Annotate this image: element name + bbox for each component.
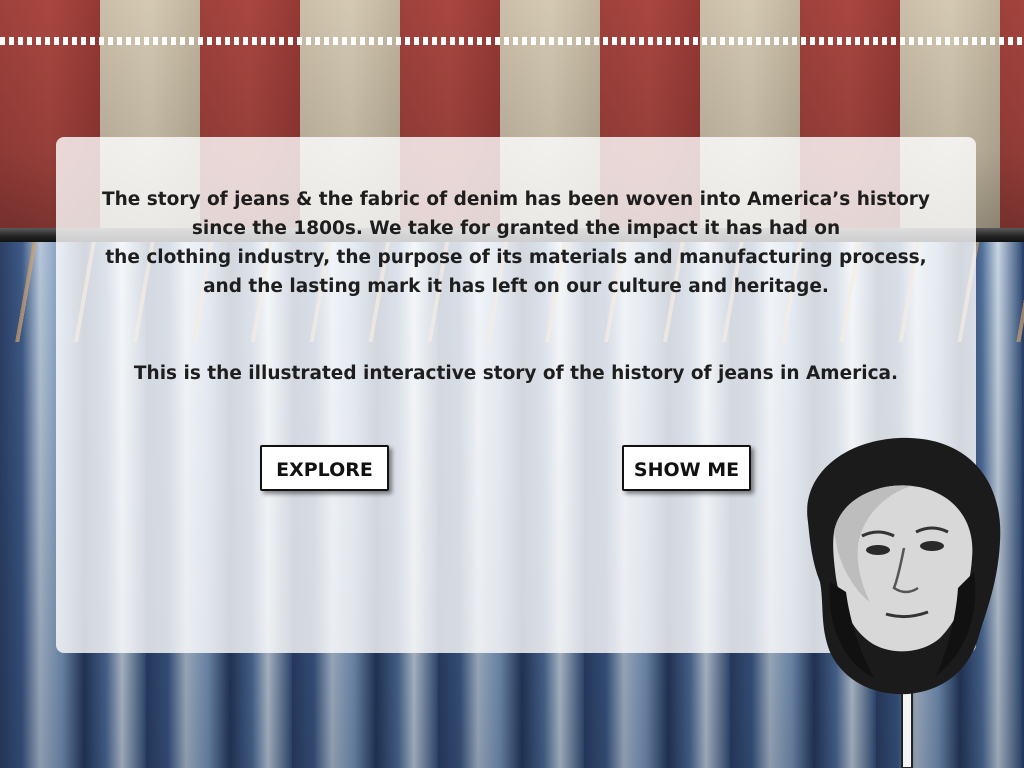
tagline-text: This is the illustrated interactive stor…	[133, 363, 899, 384]
intro-line: the clothing industry, the purpose of it…	[105, 247, 927, 268]
intro-line: The story of jeans & the fabric of denim…	[102, 189, 930, 210]
portrait-icon[interactable]	[790, 432, 1010, 768]
intro-line: and the lasting mark it has left on our …	[203, 276, 829, 297]
show-me-button[interactable]: SHOW ME	[622, 445, 751, 491]
explore-button[interactable]: EXPLORE	[260, 445, 389, 491]
stitch-border	[0, 37, 1024, 45]
intro-text: The story of jeans & the fabric of denim…	[96, 185, 936, 301]
intro-line: since the 1800s. We take for granted the…	[191, 218, 841, 239]
